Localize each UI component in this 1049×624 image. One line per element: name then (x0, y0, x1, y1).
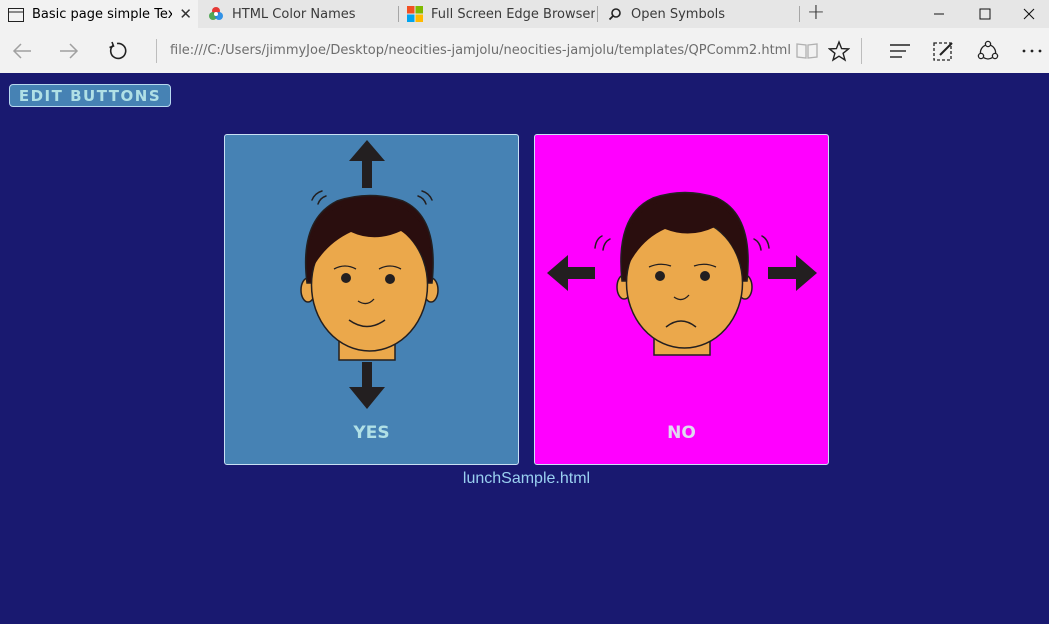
back-arrow-icon (12, 43, 31, 59)
refresh-icon (109, 41, 127, 60)
refresh-button[interactable] (102, 36, 132, 66)
tab-html-color-names[interactable]: HTML Color Names (200, 0, 396, 28)
maximize-button[interactable] (962, 0, 1008, 28)
minimize-icon (934, 13, 944, 15)
left-arrow-icon (547, 255, 595, 291)
share-button[interactable] (973, 36, 1003, 66)
tab-open-symbols[interactable]: Open Symbols (599, 0, 795, 28)
more-icon (1022, 49, 1042, 53)
no-card[interactable]: NO (534, 134, 829, 465)
down-arrow-icon (349, 362, 385, 409)
star-icon (828, 40, 850, 62)
reading-view-button[interactable] (792, 36, 822, 66)
filename-link[interactable]: lunchSample.html (0, 470, 1049, 488)
new-tab-button[interactable]: + (806, 1, 826, 27)
forward-button[interactable] (54, 36, 84, 66)
page-icon (8, 7, 24, 23)
navigation-bar: file:///C:/Users/jimmyJoe/Desktop/neocit… (0, 28, 1049, 73)
more-button[interactable] (1017, 36, 1047, 66)
right-arrow-icon (768, 255, 817, 291)
tab-title: HTML Color Names (232, 6, 356, 22)
share-icon (977, 40, 999, 60)
tab-full-screen-edge[interactable]: Full Screen Edge Browser - (399, 0, 595, 28)
edit-buttons-button[interactable]: EDIT BUTTONS (9, 84, 171, 107)
toolbar-separator (861, 38, 862, 64)
favorite-button[interactable] (824, 36, 854, 66)
forward-arrow-icon (60, 43, 79, 59)
maximize-icon (979, 8, 991, 20)
yes-card[interactable]: YES (224, 134, 519, 465)
no-label: NO (667, 423, 696, 443)
tab-title: Open Symbols (631, 6, 726, 22)
search-icon (607, 6, 623, 22)
tab-strip: Basic page simple Text t ✕ HTML Color Na… (0, 0, 1049, 29)
minimize-button[interactable] (916, 0, 962, 28)
hub-icon (890, 44, 910, 58)
web-note-icon (933, 42, 953, 61)
yes-label: YES (353, 423, 390, 443)
address-separator (156, 39, 157, 63)
tab-basic-page[interactable]: Basic page simple Text t ✕ (0, 0, 198, 29)
close-icon (1023, 8, 1034, 20)
reading-view-icon (796, 43, 818, 59)
tab-title: Basic page simple Text t (32, 7, 172, 22)
tab-title: Full Screen Edge Browser - (431, 6, 595, 22)
close-window-button[interactable] (1008, 0, 1049, 28)
hub-button[interactable] (885, 36, 915, 66)
tab-separator (597, 6, 598, 22)
windows-logo-icon (407, 6, 423, 22)
color-wheel-icon (208, 6, 224, 22)
up-arrow-icon (349, 140, 385, 188)
tab-separator (799, 6, 800, 22)
web-note-button[interactable] (928, 36, 958, 66)
head-shake-face-image (547, 191, 817, 356)
address-field[interactable]: file:///C:/Users/jimmyJoe/Desktop/neocit… (170, 43, 791, 58)
close-tab-icon[interactable]: ✕ (179, 5, 192, 23)
back-button[interactable] (7, 36, 37, 66)
nodding-face-image (300, 140, 439, 409)
